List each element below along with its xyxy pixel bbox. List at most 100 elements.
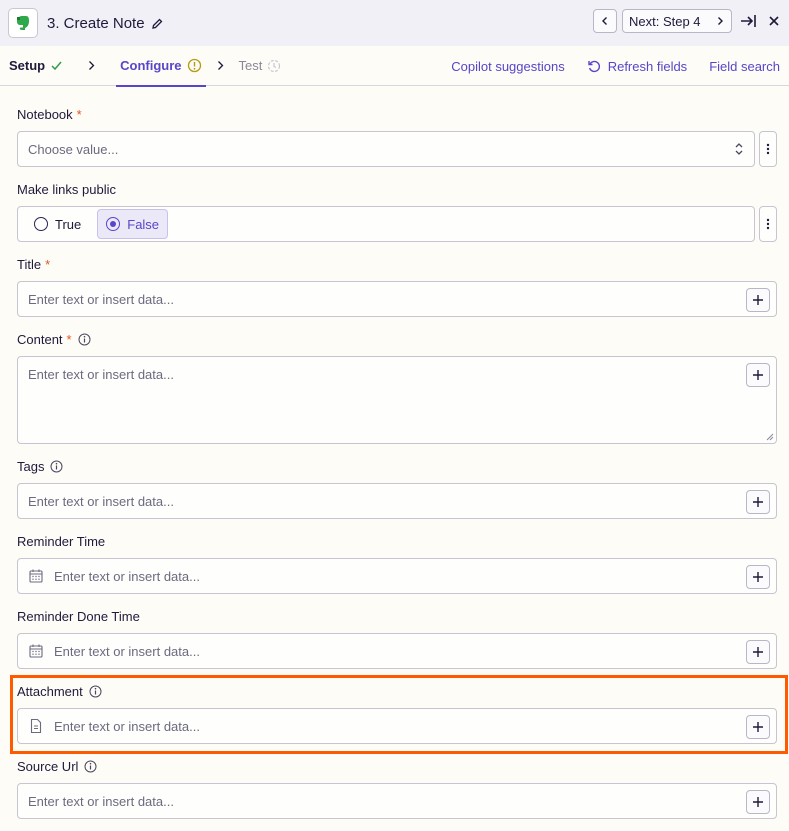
reminder-time-label-text: Reminder Time — [17, 533, 106, 549]
reminder-done-time-label-text: Reminder Done Time — [17, 608, 140, 624]
next-step-label: Next: Step 4 — [629, 13, 701, 29]
title-input[interactable]: Enter text or insert data... — [17, 281, 777, 317]
close-icon[interactable] — [768, 15, 780, 27]
source-url-placeholder: Enter text or insert data... — [28, 793, 174, 809]
make-links-public-field: Make links public True False — [17, 181, 777, 242]
reminder-time-placeholder: Enter text or insert data... — [54, 568, 200, 584]
notebook-label: Notebook * — [17, 106, 777, 122]
chevron-right-icon — [87, 60, 96, 71]
notebook-more-options-button[interactable] — [759, 131, 777, 167]
title-label-text: Title — [17, 256, 42, 272]
calendar-icon — [28, 568, 44, 584]
content-placeholder: Enter text or insert data... — [28, 367, 174, 382]
plus-icon — [752, 294, 764, 306]
required-marker: * — [66, 331, 72, 347]
step-title[interactable]: 3. Create Note — [47, 15, 145, 32]
refresh-icon — [587, 59, 602, 74]
previous-step-button[interactable] — [593, 9, 617, 33]
step-header: 3. Create Note Next: Step 4 — [0, 0, 789, 46]
source-url-input[interactable]: Enter text or insert data... — [17, 783, 777, 819]
make-links-public-more-options-button[interactable] — [759, 206, 777, 242]
file-document-icon — [28, 718, 44, 734]
reminder-done-time-insert-data-button[interactable] — [746, 640, 770, 664]
source-url-label-text: Source Url — [17, 758, 79, 774]
reminder-done-time-field: Reminder Done Time Enter text or insert … — [17, 608, 777, 669]
source-url-insert-data-button[interactable] — [746, 790, 770, 814]
reminder-time-field: Reminder Time Enter text or insert data.… — [17, 533, 777, 594]
radio-unchecked-icon — [34, 217, 48, 231]
attachment-label-text: Attachment — [17, 683, 83, 699]
tab-setup[interactable]: Setup — [9, 46, 63, 86]
title-field: Title * Enter text or insert data... — [17, 256, 777, 317]
info-icon[interactable] — [78, 333, 91, 346]
tags-field: Tags Enter text or insert data... — [17, 458, 777, 519]
required-marker: * — [45, 256, 51, 272]
reminder-done-time-placeholder: Enter text or insert data... — [54, 643, 200, 659]
tab-configure[interactable]: Configure — [116, 46, 206, 87]
tags-insert-data-button[interactable] — [746, 490, 770, 514]
title-label: Title * — [17, 256, 777, 272]
radio-option-true[interactable]: True — [26, 209, 89, 239]
field-search-link[interactable]: Field search — [709, 59, 780, 74]
copilot-suggestions-link[interactable]: Copilot suggestions — [451, 59, 564, 74]
chevron-up-down-icon — [734, 142, 744, 156]
next-step-button[interactable]: Next: Step 4 — [622, 9, 732, 33]
attachment-field: Attachment Enter text or insert data... — [17, 683, 777, 744]
more-vertical-icon — [766, 142, 770, 156]
info-icon[interactable] — [84, 760, 97, 773]
make-links-public-radio-group: True False — [17, 206, 755, 242]
content-label-text: Content — [17, 331, 63, 347]
make-links-public-label: Make links public — [17, 181, 777, 197]
title-insert-data-button[interactable] — [746, 288, 770, 312]
radio-false-label: False — [127, 216, 160, 232]
warning-circle-icon — [187, 58, 202, 73]
notebook-placeholder: Choose value... — [28, 141, 119, 157]
step-tabs: Setup Configure Test Copilot suggestions… — [0, 46, 789, 87]
attachment-label: Attachment — [17, 683, 777, 699]
reminder-done-time-input[interactable]: Enter text or insert data... — [17, 633, 777, 669]
tab-configure-label: Configure — [120, 58, 182, 73]
refresh-fields-label: Refresh fields — [607, 58, 688, 74]
plus-icon — [752, 571, 764, 583]
notebook-select[interactable]: Choose value... — [17, 131, 755, 167]
source-url-label: Source Url — [17, 758, 777, 774]
attachment-insert-data-button[interactable] — [746, 715, 770, 739]
plus-icon — [752, 721, 764, 733]
reminder-time-label: Reminder Time — [17, 533, 777, 549]
plus-icon — [752, 646, 764, 658]
radio-checked-icon — [106, 217, 121, 231]
reminder-time-input[interactable]: Enter text or insert data... — [17, 558, 777, 594]
notebook-field: Notebook * Choose value... — [17, 106, 777, 167]
plus-icon — [752, 369, 764, 381]
title-placeholder: Enter text or insert data... — [28, 291, 174, 307]
tags-label-text: Tags — [17, 458, 45, 474]
tags-input[interactable]: Enter text or insert data... — [17, 483, 777, 519]
calendar-icon — [28, 643, 44, 659]
content-textarea[interactable]: Enter text or insert data... — [17, 356, 777, 444]
reminder-done-time-label: Reminder Done Time — [17, 608, 777, 624]
pending-clock-icon — [267, 59, 281, 73]
tab-setup-label: Setup — [9, 58, 46, 73]
content-insert-data-button[interactable] — [746, 363, 770, 387]
chevron-right-icon — [216, 60, 225, 71]
tab-test[interactable]: Test — [239, 46, 282, 86]
tags-placeholder: Enter text or insert data... — [28, 493, 174, 509]
refresh-fields-button[interactable]: Refresh fields — [587, 59, 687, 74]
reminder-time-insert-data-button[interactable] — [746, 565, 770, 589]
info-icon[interactable] — [50, 460, 63, 473]
radio-true-label: True — [55, 216, 82, 232]
info-icon[interactable] — [89, 685, 102, 698]
attachment-input[interactable]: Enter text or insert data... — [17, 708, 777, 744]
plus-icon — [752, 796, 764, 808]
pencil-edit-icon[interactable] — [151, 17, 164, 30]
radio-option-false[interactable]: False — [97, 209, 169, 239]
more-vertical-icon — [766, 217, 770, 231]
resize-handle-icon[interactable] — [766, 433, 774, 441]
evernote-elephant-icon — [8, 8, 38, 38]
checkmark-icon — [50, 59, 63, 72]
tags-label: Tags — [17, 458, 777, 474]
content-label: Content * — [17, 331, 777, 347]
chevron-right-icon — [715, 16, 725, 26]
tab-test-label: Test — [238, 58, 263, 73]
collapse-panel-icon[interactable] — [740, 13, 758, 29]
